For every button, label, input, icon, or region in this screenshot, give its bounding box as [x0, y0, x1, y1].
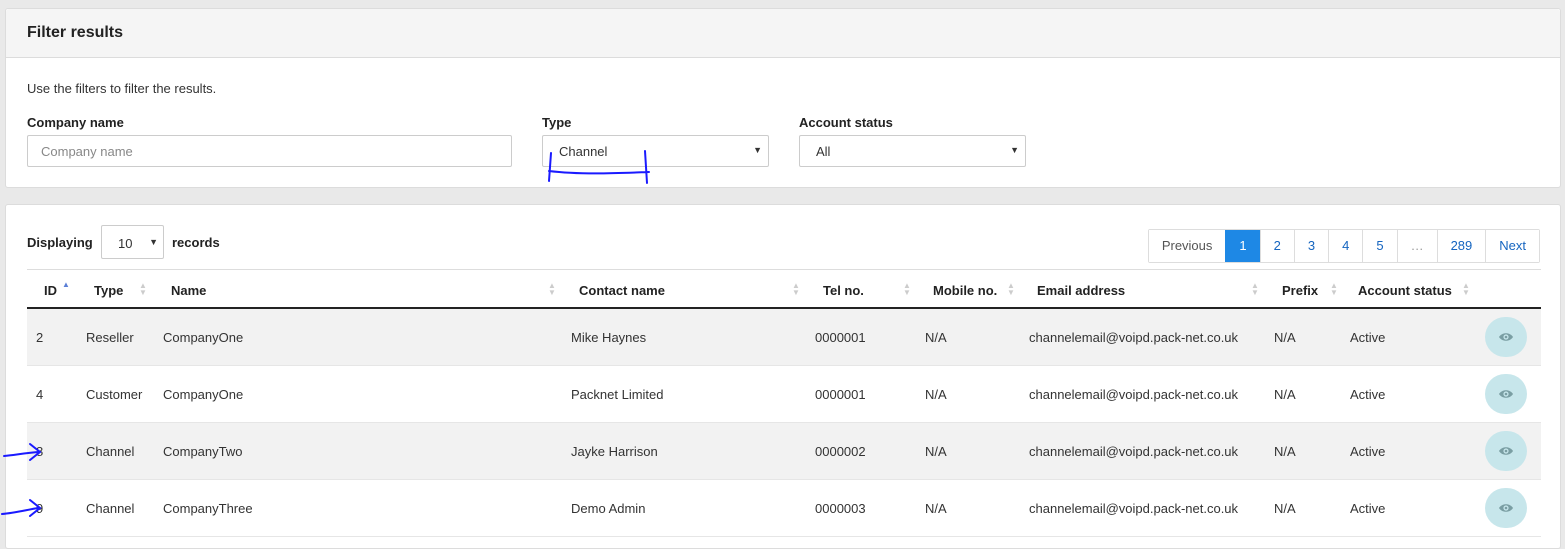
- next-page-button[interactable]: Next: [1485, 230, 1539, 262]
- column-header-contact-name[interactable]: Contact name: [579, 283, 665, 298]
- cell-status: Active: [1350, 444, 1386, 459]
- cell-tel: 0000003: [815, 501, 866, 516]
- chevron-down-icon: ▼: [149, 237, 158, 247]
- cell-email: channelemail@voipd.pack-net.co.uk: [1029, 330, 1239, 345]
- column-header-account-status[interactable]: Account status: [1358, 283, 1452, 298]
- cell-type: Reseller: [86, 330, 134, 345]
- cell-contact: Packnet Limited: [571, 387, 664, 402]
- page-ellipsis: …: [1396, 230, 1437, 262]
- sort-icon[interactable]: ▲ ▼: [139, 282, 147, 297]
- table-row: 4 Customer CompanyOne Packnet Limited 000000…: [27, 366, 1541, 423]
- cell-name: CompanyOne: [163, 387, 244, 402]
- account-status-select-value: All: [816, 144, 831, 159]
- table-row: 8 Channel CompanyTwo Jayke Harrison 0000002 N…: [27, 423, 1541, 480]
- cell-type: Customer: [86, 387, 143, 402]
- sort-icon[interactable]: ▲ ▼: [548, 282, 556, 297]
- column-header-email-address[interactable]: Email address: [1037, 283, 1125, 298]
- cell-status: Active: [1350, 330, 1386, 345]
- company-name-label: Company name: [27, 115, 124, 130]
- cell-type: Channel: [86, 444, 135, 459]
- sort-icon[interactable]: ▲ ▼: [1251, 282, 1259, 297]
- view-button[interactable]: [1485, 317, 1527, 357]
- company-name-input[interactable]: Company name: [27, 135, 512, 167]
- displaying-label: Displaying: [27, 235, 93, 250]
- cell-email: channelemail@voipd.pack-net.co.uk: [1029, 387, 1239, 402]
- table-row: 9 Channel CompanyThree Demo Admin 0000003 N/A…: [27, 480, 1541, 537]
- eye-icon: [1499, 504, 1513, 512]
- page-button[interactable]: 4: [1328, 230, 1363, 262]
- column-header-prefix[interactable]: Prefix: [1282, 283, 1318, 298]
- cell-type: Channel: [86, 501, 135, 516]
- sort-icon[interactable]: ▲ ▼: [1462, 282, 1470, 297]
- cell-prefix: N/A: [1274, 444, 1296, 459]
- table-body: 2 Reseller CompanyOne Mike Haynes 0000001 N/A…: [27, 309, 1541, 537]
- cell-id: 2: [36, 330, 44, 345]
- chevron-down-icon: ▼: [1010, 145, 1019, 155]
- cell-tel: 0000002: [815, 444, 866, 459]
- table-header: ID ▲ Type ▲ ▼ Name ▲ ▼ Contact name ▲ ▼ Tel no. ▲ ▼ Mo…: [27, 269, 1541, 309]
- column-header-id[interactable]: ID: [44, 283, 57, 298]
- cell-contact: Jayke Harrison: [571, 444, 658, 459]
- type-label: Type: [542, 115, 572, 130]
- cell-prefix: N/A: [1274, 330, 1296, 345]
- account-status-label: Account status: [799, 115, 893, 130]
- filter-panel-title: Filter results: [6, 9, 1560, 58]
- view-button[interactable]: [1485, 374, 1527, 414]
- cell-name: CompanyThree: [163, 501, 253, 516]
- page-button[interactable]: 3: [1293, 230, 1329, 262]
- column-header-name[interactable]: Name: [171, 283, 206, 298]
- filter-hint: Use the filters to filter the results.: [27, 81, 217, 96]
- cell-status: Active: [1350, 387, 1386, 402]
- previous-page-button[interactable]: Previous: [1148, 230, 1226, 262]
- cell-mobile: N/A: [925, 444, 947, 459]
- cell-email: channelemail@voipd.pack-net.co.uk: [1029, 444, 1239, 459]
- eye-icon: [1499, 447, 1513, 455]
- eye-icon: [1499, 390, 1513, 398]
- cell-contact: Demo Admin: [571, 501, 646, 516]
- cell-id: 4: [36, 387, 44, 402]
- view-button[interactable]: [1485, 431, 1527, 471]
- page-button[interactable]: 1: [1225, 230, 1260, 262]
- records-label: records: [172, 235, 220, 250]
- cell-tel: 0000001: [815, 330, 866, 345]
- cell-name: CompanyOne: [163, 330, 244, 345]
- page-button[interactable]: 289: [1436, 230, 1486, 262]
- sort-icon[interactable]: ▲ ▼: [1330, 282, 1338, 297]
- view-button[interactable]: [1485, 488, 1527, 528]
- column-header-type[interactable]: Type: [94, 283, 123, 298]
- cell-tel: 0000001: [815, 387, 866, 402]
- chevron-down-icon: ▼: [753, 145, 762, 155]
- annotation-arrow-mark: [3, 443, 42, 461]
- page-button[interactable]: 2: [1259, 230, 1294, 262]
- account-status-select[interactable]: All ▼: [799, 135, 1026, 167]
- sort-icon[interactable]: ▲ ▼: [903, 282, 911, 297]
- cell-prefix: N/A: [1274, 501, 1296, 516]
- table-row: 2 Reseller CompanyOne Mike Haynes 0000001 N/A…: [27, 309, 1541, 366]
- cell-prefix: N/A: [1274, 387, 1296, 402]
- sort-icon[interactable]: ▲ ▼: [792, 282, 800, 297]
- annotation-arrow-mark: [1, 499, 42, 517]
- column-header-tel-no[interactable]: Tel no.: [823, 283, 864, 298]
- page-length-value: 10: [118, 236, 133, 251]
- pagination: Previous 1 2 3 4 5… 289 Next: [1147, 229, 1540, 263]
- cell-mobile: N/A: [925, 387, 947, 402]
- cell-name: CompanyTwo: [163, 444, 243, 459]
- cell-status: Active: [1350, 501, 1386, 516]
- annotation-underline-mark: [548, 150, 650, 184]
- sort-icon[interactable]: ▲ ▼: [1007, 282, 1015, 297]
- cell-contact: Mike Haynes: [571, 330, 647, 345]
- results-table: ID ▲ Type ▲ ▼ Name ▲ ▼ Contact name ▲ ▼ Tel no. ▲ ▼ Mo…: [27, 269, 1541, 537]
- cell-mobile: N/A: [925, 501, 947, 516]
- cell-email: channelemail@voipd.pack-net.co.uk: [1029, 501, 1239, 516]
- cell-mobile: N/A: [925, 330, 947, 345]
- column-header-mobile-no[interactable]: Mobile no.: [933, 283, 997, 298]
- sort-icon[interactable]: ▲: [62, 281, 70, 289]
- filter-panel: Filter results Use the filters to filter…: [5, 8, 1561, 188]
- results-panel: Displaying 10 ▼ records Previous 1 2 3 4 5… 28…: [5, 204, 1561, 549]
- page-length-select[interactable]: 10 ▼: [101, 225, 164, 259]
- eye-icon: [1499, 333, 1513, 341]
- page-button[interactable]: 5: [1362, 230, 1397, 262]
